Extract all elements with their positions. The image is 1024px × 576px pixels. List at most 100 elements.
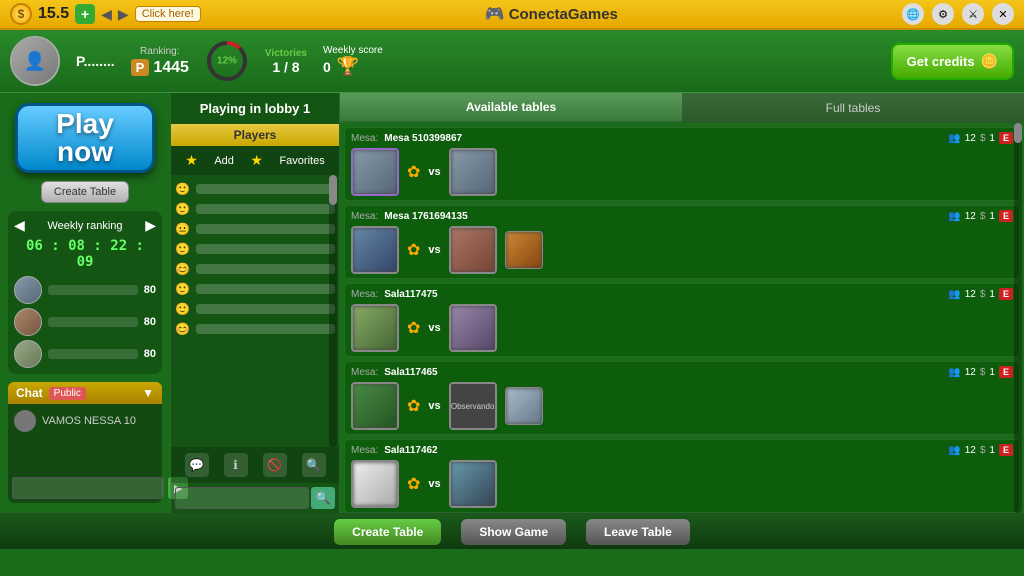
- player-name-bar: [196, 304, 335, 314]
- players-icon: 👥: [948, 445, 960, 456]
- players-tab[interactable]: Players: [171, 124, 339, 146]
- enter-button[interactable]: E: [999, 444, 1013, 456]
- table-row-body: ✿ vs: [351, 148, 1013, 196]
- player-card: [449, 304, 497, 352]
- enter-button[interactable]: E: [999, 210, 1013, 222]
- ranking-prev-button[interactable]: ◀: [14, 217, 25, 234]
- player-list-scrollbar[interactable]: [329, 175, 337, 447]
- enter-button[interactable]: E: [999, 132, 1013, 144]
- players-icon: 👥: [948, 211, 960, 222]
- leave-table-button[interactable]: Leave Table: [586, 519, 690, 545]
- settings-icon[interactable]: ⚙: [932, 3, 954, 25]
- ranking-name-bar-1: [48, 285, 138, 295]
- progress-circle: 12%: [205, 39, 249, 83]
- arrow-right-icon[interactable]: ▶: [118, 6, 129, 23]
- create-table-button[interactable]: Create Table: [41, 181, 129, 203]
- tab-full-tables[interactable]: Full tables: [682, 93, 1024, 123]
- get-credits-button[interactable]: Get credits 🪙: [891, 43, 1014, 80]
- enter-button[interactable]: E: [999, 366, 1013, 378]
- mesa-name: Sala117465: [384, 367, 437, 378]
- player-emoji: 😊: [175, 262, 190, 276]
- close-icon[interactable]: ✕: [992, 3, 1014, 25]
- list-item: 🙂: [175, 199, 335, 219]
- block-action-icon[interactable]: 🚫: [263, 453, 287, 477]
- table-row: Mesa: Sala117462 👥 12 $ 1 E ✿ vs: [344, 439, 1020, 513]
- list-item: 🙂: [175, 279, 335, 299]
- arrow-left-icon[interactable]: ◀: [101, 6, 112, 23]
- table-count: 12: [965, 289, 976, 300]
- player-name-bar: [196, 264, 335, 274]
- top-bar-right: 🌐 ⚙ ⚔ ✕: [902, 3, 1014, 25]
- play-now-button[interactable]: Play now: [15, 103, 155, 173]
- players-icon: 👥: [948, 289, 960, 300]
- ranking-score-2: 80: [144, 316, 156, 328]
- table-scrollbar[interactable]: [1014, 123, 1022, 513]
- info-action-icon[interactable]: ℹ: [224, 453, 248, 477]
- right-panel: Available tables Full tables Mesa: Mesa …: [340, 93, 1024, 513]
- logo-text: ConectaGames: [509, 6, 618, 23]
- dollar-icon: $: [980, 133, 986, 144]
- player-name-bar: [196, 284, 335, 294]
- click-here-button[interactable]: Click here!: [135, 6, 201, 22]
- mesa-name: Sala117475: [384, 289, 437, 300]
- player-emoji: 🙂: [175, 202, 190, 216]
- table-count: 12: [965, 133, 976, 144]
- list-item: 😊: [175, 319, 335, 339]
- show-game-button[interactable]: Show Game: [461, 519, 566, 545]
- table-count: 12: [965, 367, 976, 378]
- chat-input-row: ▶: [8, 473, 162, 503]
- ranking-next-button[interactable]: ▶: [145, 217, 156, 234]
- enter-button[interactable]: E: [999, 288, 1013, 300]
- chat-message: VAMOS NESSA 10: [14, 410, 156, 432]
- player-search-input[interactable]: [175, 487, 309, 509]
- player-mini-card: [505, 387, 543, 425]
- player-list-inner: 🙂 🙂 😐 🙂 😊 🙂 🙂 😊: [171, 175, 339, 343]
- flower-icon: ✿: [407, 162, 420, 182]
- mesa-name: Mesa 510399867: [384, 133, 462, 144]
- swords-icon[interactable]: ⚔: [962, 3, 984, 25]
- add-credits-button[interactable]: +: [75, 4, 95, 24]
- ranking-score-3: 80: [144, 348, 156, 360]
- weekly-score-block: Weekly score 0 🏆: [323, 45, 383, 77]
- search-plus-icon[interactable]: 🔍: [302, 453, 326, 477]
- dollar-icon: $: [980, 289, 986, 300]
- chat-toggle-button[interactable]: ▼: [142, 386, 154, 400]
- table-list: Mesa: Mesa 510399867 👥 12 $ 1 E ✿ vs: [340, 123, 1024, 513]
- bottom-bar: Create Table Show Game Leave Table: [0, 513, 1024, 549]
- player-name: P........: [76, 53, 115, 69]
- table-info: 👥 12 $ 1 E: [948, 132, 1013, 144]
- victories-value: 1 / 8: [265, 59, 307, 75]
- player-card: [351, 148, 399, 196]
- ranking-score-1: 80: [144, 284, 156, 296]
- player-emoji: 🙂: [175, 242, 190, 256]
- player-emoji: 🙂: [175, 282, 190, 296]
- player-card: [449, 460, 497, 508]
- ranking-item: 80: [14, 340, 156, 368]
- list-item: 🙂: [175, 179, 335, 199]
- player-card: [351, 226, 399, 274]
- ranking-badge: P: [131, 59, 150, 76]
- player-search-button[interactable]: 🔍: [311, 487, 335, 509]
- chat-action-icon[interactable]: 💬: [185, 453, 209, 477]
- favorites-button[interactable]: Favorites: [279, 155, 324, 167]
- vs-text: vs: [428, 322, 440, 334]
- victories-block: Victories 1 / 8: [265, 48, 307, 75]
- table-row-header: Mesa: Mesa 510399867 👥 12 $ 1 E: [351, 132, 1013, 144]
- player-emoji: 🙂: [175, 302, 190, 316]
- chat-input[interactable]: [12, 477, 164, 499]
- left-panel: Play now Create Table ◀ Weekly ranking ▶…: [0, 93, 170, 513]
- dollar-icon: $: [980, 367, 986, 378]
- players-icon: 👥: [948, 367, 960, 378]
- globe-icon[interactable]: 🌐: [902, 3, 924, 25]
- create-table-bottom-button[interactable]: Create Table: [334, 519, 441, 545]
- player-search-row: 🔍: [171, 483, 339, 513]
- ranking-title: Weekly ranking: [25, 220, 145, 232]
- player-name-bar: [196, 324, 335, 334]
- add-player-button[interactable]: Add: [214, 155, 234, 167]
- tab-available-tables[interactable]: Available tables: [340, 93, 682, 123]
- middle-panel: Playing in lobby 1 Players ★ Add ★ Favor…: [170, 93, 340, 513]
- table-scrollbar-thumb: [1014, 123, 1022, 143]
- ranking-item: 80: [14, 276, 156, 304]
- flower-icon: ✿: [407, 318, 420, 338]
- players-actions: ★ Add ★ Favorites: [171, 146, 339, 175]
